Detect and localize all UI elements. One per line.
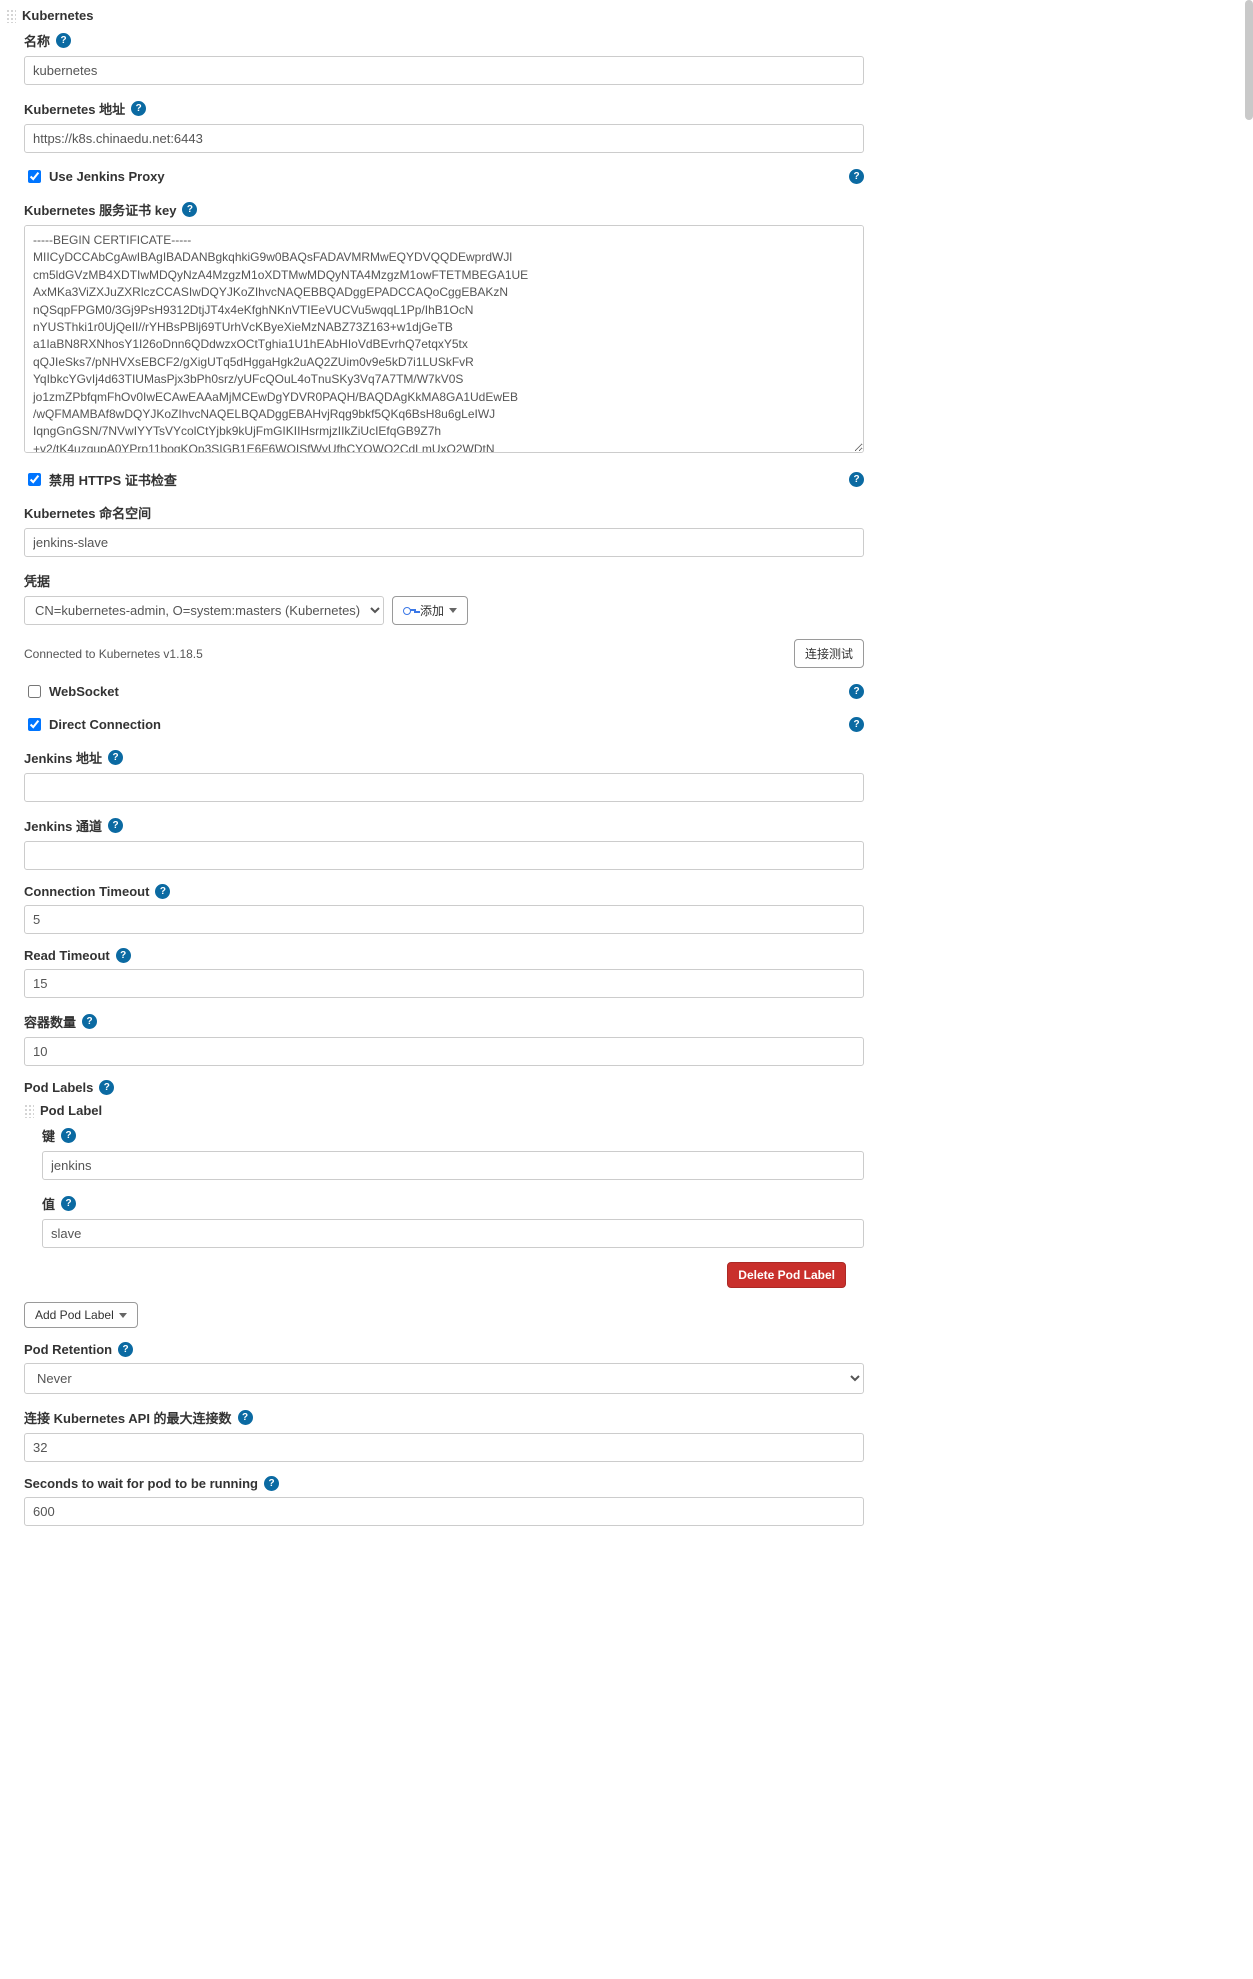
help-icon[interactable]: ? bbox=[56, 33, 71, 48]
name-input[interactable] bbox=[24, 56, 864, 85]
jenkins-url-input[interactable] bbox=[24, 773, 864, 802]
help-icon[interactable]: ? bbox=[849, 169, 864, 184]
jenkins-url-label: Jenkins 地址 bbox=[24, 748, 102, 767]
container-cap-label: 容器数量 bbox=[24, 1012, 76, 1031]
drag-handle-icon[interactable] bbox=[24, 1104, 34, 1118]
value-label: 值 bbox=[42, 1194, 55, 1213]
max-connections-label: 连接 Kubernetes API 的最大连接数 bbox=[24, 1408, 232, 1427]
section-title: Kubernetes bbox=[22, 8, 94, 23]
direct-connection-checkbox[interactable] bbox=[28, 718, 41, 731]
k8s-url-input[interactable] bbox=[24, 124, 864, 153]
wait-pod-input[interactable] bbox=[24, 1497, 864, 1526]
max-connections-input[interactable] bbox=[24, 1433, 864, 1462]
add-credentials-label: 添加 bbox=[420, 602, 444, 619]
help-icon[interactable]: ? bbox=[849, 472, 864, 487]
help-icon[interactable]: ? bbox=[108, 818, 123, 833]
key-label: 键 bbox=[42, 1126, 55, 1145]
name-label: 名称 bbox=[24, 31, 50, 50]
help-icon[interactable]: ? bbox=[849, 684, 864, 699]
drag-handle-icon[interactable] bbox=[6, 9, 16, 23]
pod-label-header: Pod Label bbox=[40, 1103, 102, 1118]
pod-retention-label: Pod Retention bbox=[24, 1342, 112, 1357]
pod-label-value-input[interactable] bbox=[42, 1219, 864, 1248]
read-timeout-label: Read Timeout bbox=[24, 948, 110, 963]
jenkins-tunnel-label: Jenkins 通道 bbox=[24, 816, 102, 835]
direct-connection-label: Direct Connection bbox=[49, 717, 161, 732]
disable-https-checkbox[interactable] bbox=[28, 473, 41, 486]
help-icon[interactable]: ? bbox=[182, 202, 197, 217]
read-timeout-input[interactable] bbox=[24, 969, 864, 998]
credentials-select[interactable]: CN=kubernetes-admin, O=system:masters (K… bbox=[24, 596, 384, 625]
help-icon[interactable]: ? bbox=[108, 750, 123, 765]
add-credentials-button[interactable]: 添加 bbox=[392, 596, 468, 625]
k8s-url-label: Kubernetes 地址 bbox=[24, 99, 125, 118]
connection-timeout-input[interactable] bbox=[24, 905, 864, 934]
use-proxy-checkbox[interactable] bbox=[28, 170, 41, 183]
cert-textarea[interactable] bbox=[24, 225, 864, 453]
use-proxy-label: Use Jenkins Proxy bbox=[49, 169, 165, 184]
help-icon[interactable]: ? bbox=[849, 717, 864, 732]
help-icon[interactable]: ? bbox=[82, 1014, 97, 1029]
help-icon[interactable]: ? bbox=[131, 101, 146, 116]
test-connection-button[interactable]: 连接测试 bbox=[794, 639, 864, 668]
help-icon[interactable]: ? bbox=[118, 1342, 133, 1357]
cert-label: Kubernetes 服务证书 key bbox=[24, 200, 176, 219]
help-icon[interactable]: ? bbox=[116, 948, 131, 963]
disable-https-label: 禁用 HTTPS 证书检查 bbox=[49, 470, 177, 489]
help-icon[interactable]: ? bbox=[264, 1476, 279, 1491]
scrollbar-thumb[interactable] bbox=[1245, 0, 1253, 120]
help-icon[interactable]: ? bbox=[61, 1128, 76, 1143]
websocket-label: WebSocket bbox=[49, 684, 119, 699]
jenkins-tunnel-input[interactable] bbox=[24, 841, 864, 870]
websocket-checkbox[interactable] bbox=[28, 685, 41, 698]
help-icon[interactable]: ? bbox=[155, 884, 170, 899]
help-icon[interactable]: ? bbox=[61, 1196, 76, 1211]
chevron-down-icon bbox=[119, 1313, 127, 1318]
add-pod-label-text: Add Pod Label bbox=[35, 1308, 114, 1322]
wait-pod-label: Seconds to wait for pod to be running bbox=[24, 1476, 258, 1491]
section-header: Kubernetes bbox=[6, 8, 864, 23]
pod-label-key-input[interactable] bbox=[42, 1151, 864, 1180]
connection-timeout-label: Connection Timeout bbox=[24, 884, 149, 899]
help-icon[interactable]: ? bbox=[99, 1080, 114, 1095]
add-pod-label-button[interactable]: Add Pod Label bbox=[24, 1302, 138, 1328]
namespace-label: Kubernetes 命名空间 bbox=[24, 503, 151, 522]
pod-retention-select[interactable]: Never bbox=[24, 1363, 864, 1394]
connection-status: Connected to Kubernetes v1.18.5 bbox=[24, 647, 203, 661]
container-cap-input[interactable] bbox=[24, 1037, 864, 1066]
help-icon[interactable]: ? bbox=[238, 1410, 253, 1425]
namespace-input[interactable] bbox=[24, 528, 864, 557]
pod-labels-label: Pod Labels bbox=[24, 1080, 93, 1095]
delete-pod-label-button[interactable]: Delete Pod Label bbox=[727, 1262, 846, 1288]
credentials-label: 凭据 bbox=[24, 571, 50, 590]
chevron-down-icon bbox=[449, 608, 457, 613]
pod-label-header-row: Pod Label bbox=[24, 1103, 864, 1118]
key-icon bbox=[403, 605, 415, 617]
